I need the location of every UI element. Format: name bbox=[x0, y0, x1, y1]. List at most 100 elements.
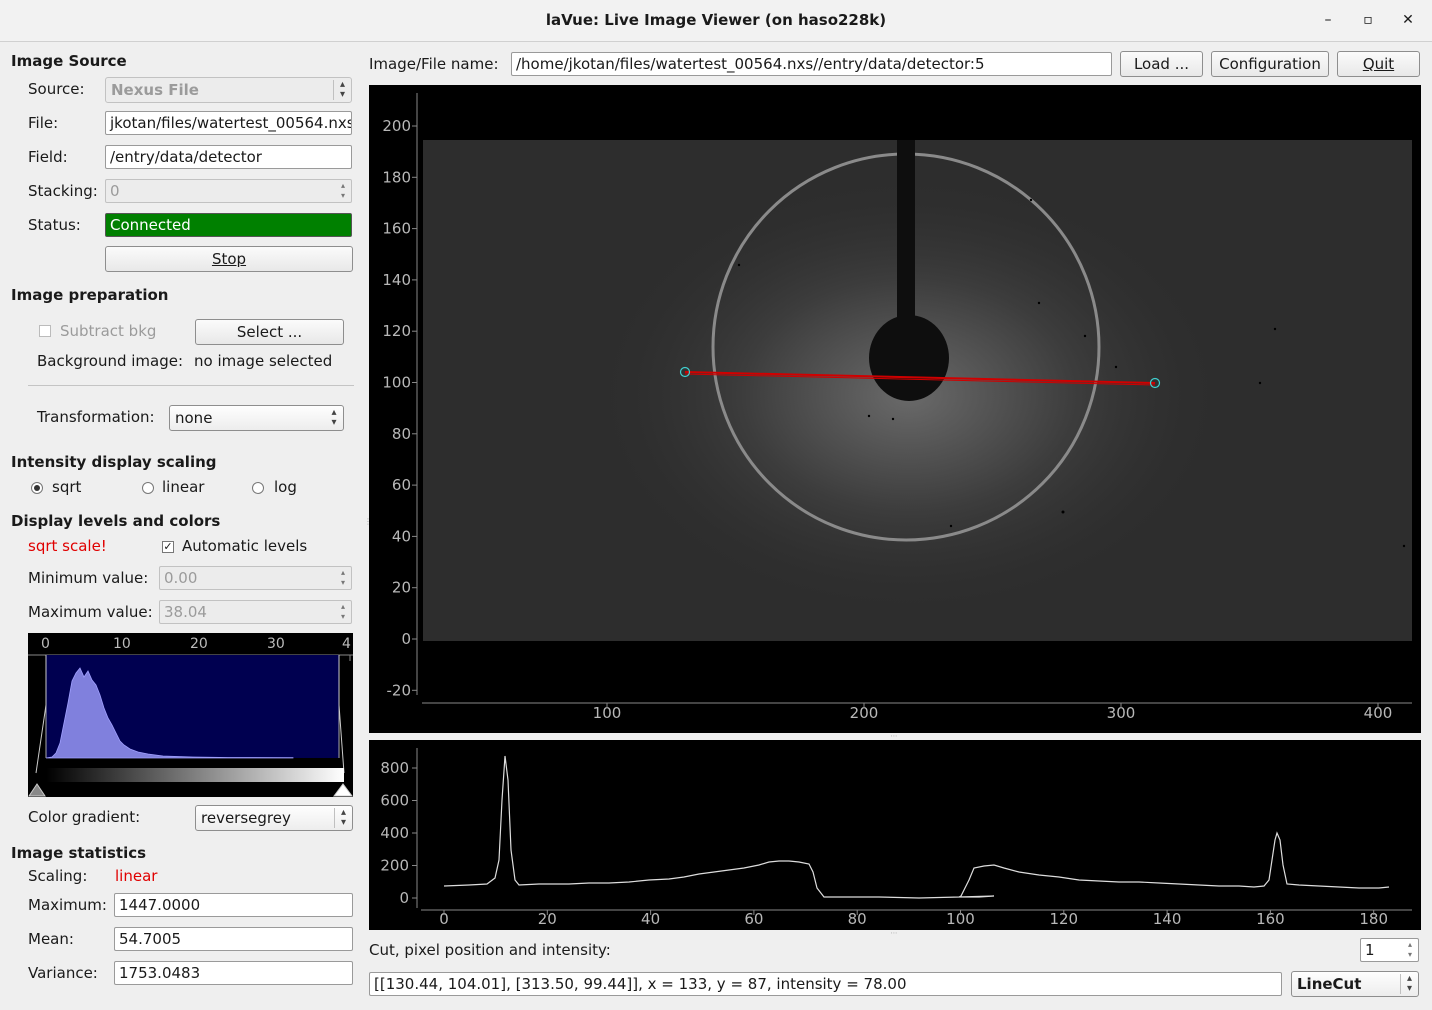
chevron-updown-icon: ▴ ▾ bbox=[331, 407, 337, 428]
variance-field[interactable]: 1753.0483 bbox=[114, 961, 353, 985]
hist-tick-10: 10 bbox=[113, 636, 131, 652]
minimize-icon[interactable]: – bbox=[1318, 10, 1338, 30]
source-label: Source: bbox=[28, 80, 85, 98]
mean-field[interactable]: 54.7005 bbox=[114, 927, 353, 951]
cut-y-tick: 400 bbox=[380, 824, 409, 842]
image-y-tick: 140 bbox=[382, 271, 411, 289]
chevron-updown-icon: ▴ ▾ bbox=[1400, 974, 1418, 994]
splitter-handle[interactable]: ⋮ bbox=[364, 518, 372, 534]
min-value-spinbox[interactable]: 0.00 ▴ ▾ bbox=[159, 566, 352, 590]
image-y-tick: 80 bbox=[392, 425, 411, 443]
cut-info-field[interactable]: [[130.44, 104.01], [313.50, 99.44]], x =… bbox=[369, 972, 1282, 996]
field-label: Field: bbox=[28, 148, 68, 166]
source-value: Nexus File bbox=[111, 81, 199, 99]
histogram-widget[interactable]: 0 10 20 30 4 bbox=[28, 633, 353, 797]
cut-profile-line bbox=[443, 755, 1390, 899]
maximum-field[interactable]: 1447.0000 bbox=[114, 893, 353, 917]
auto-levels-checkbox[interactable]: ✓ bbox=[162, 541, 174, 553]
bg-image-value: no image selected bbox=[194, 352, 333, 370]
file-field[interactable]: jkotan/files/watertest_00564.nxs bbox=[105, 111, 352, 135]
radio-log[interactable] bbox=[252, 482, 264, 494]
image-y-tick: 180 bbox=[382, 168, 411, 186]
bg-image-label: Background image: bbox=[37, 352, 184, 370]
min-value: 0.00 bbox=[164, 569, 198, 587]
min-value-label: Minimum value: bbox=[28, 569, 149, 587]
spin-arrows-icon[interactable]: ▴ ▾ bbox=[337, 602, 349, 622]
filename-field[interactable]: /home/jkotan/files/watertest_00564.nxs//… bbox=[511, 52, 1112, 76]
spin-arrows-icon[interactable]: ▴ ▾ bbox=[337, 181, 349, 201]
cut-number-spinbox[interactable]: 1 ▴ ▾ bbox=[1360, 938, 1419, 962]
spin-arrows-icon[interactable]: ▴ ▾ bbox=[1404, 940, 1416, 960]
hist-tick-30: 30 bbox=[267, 636, 285, 652]
spin-arrows-icon[interactable]: ▴ ▾ bbox=[337, 568, 349, 588]
splitter-handle[interactable]: ⋯ bbox=[884, 930, 904, 937]
image-plot-svg: 200180160140120100806040200-20 100 200 300… bbox=[382, 93, 1412, 722]
transformation-combo[interactable]: none ▴ ▾ bbox=[169, 405, 344, 431]
image-plot[interactable]: 200 180 160 140 120 100 80 60 40 20 0 -20 100 200 300… bbox=[369, 85, 1421, 733]
cut-plot-svg: 800 600 400 200 0 0 20 40 60 80 100 120 140 160 180 bbox=[380, 748, 1412, 928]
variance-label: Variance: bbox=[28, 964, 98, 982]
sqrt-warning: sqrt scale! bbox=[28, 537, 107, 555]
stacking-spinbox[interactable]: 0 ▴ ▾ bbox=[105, 179, 352, 203]
image-y-tick: 60 bbox=[392, 476, 411, 494]
gradient-handle-left[interactable] bbox=[28, 783, 46, 797]
load-button[interactable]: Load ... bbox=[1120, 51, 1203, 77]
stop-button[interactable]: Stop bbox=[105, 246, 353, 272]
file-label: File: bbox=[28, 114, 59, 132]
cut-y-axis: 800 600 400 200 0 bbox=[380, 759, 417, 907]
stacking-value: 0 bbox=[110, 182, 120, 200]
radio-linear-label: linear bbox=[162, 478, 205, 496]
gradient-combo[interactable]: reversegrey ▴ ▾ bbox=[195, 805, 353, 831]
hist-tick-40: 4 bbox=[342, 636, 351, 652]
statistics-heading: Image statistics bbox=[11, 844, 147, 862]
image-y-tick: 160 bbox=[382, 220, 411, 238]
image-y-tick: 0 bbox=[401, 630, 411, 648]
field-input[interactable]: /entry/data/detector bbox=[105, 145, 352, 169]
stacking-label: Stacking: bbox=[28, 182, 98, 200]
transformation-value: none bbox=[175, 409, 213, 427]
subtract-bkg-checkbox[interactable] bbox=[39, 325, 51, 337]
configuration-button[interactable]: Configuration bbox=[1211, 51, 1329, 77]
cut-y-tick: 0 bbox=[399, 889, 409, 907]
select-bkg-button[interactable]: Select ... bbox=[195, 319, 344, 345]
scaling-value: linear bbox=[115, 867, 158, 885]
radio-log-label: log bbox=[274, 478, 297, 496]
window-title: laVue: Live Image Viewer (on haso228k) bbox=[545, 11, 887, 29]
chevron-updown-icon: ▴ ▾ bbox=[334, 808, 352, 828]
maximize-icon[interactable]: ▫ bbox=[1358, 10, 1378, 30]
radio-sqrt-label: sqrt bbox=[52, 478, 82, 496]
source-combo[interactable]: Nexus File ▴ ▾ bbox=[105, 77, 352, 103]
image-y-tick: 100 bbox=[382, 374, 411, 392]
radio-linear[interactable] bbox=[142, 482, 154, 494]
cut-plot[interactable]: 800 600 400 200 0 0 20 40 60 80 100 120 140 160 180 bbox=[369, 740, 1421, 930]
gradient-value: reversegrey bbox=[201, 809, 291, 827]
scaling-label: Scaling: bbox=[28, 867, 88, 885]
image-y-tick: 120 bbox=[382, 322, 411, 340]
image-y-axis: 200180160140120100806040200-20 bbox=[382, 117, 417, 699]
tool-combo[interactable]: LineCut ▴ ▾ bbox=[1291, 971, 1419, 997]
max-value: 38.04 bbox=[164, 603, 207, 621]
gradient-handle-right[interactable] bbox=[333, 783, 353, 797]
close-icon[interactable]: ✕ bbox=[1398, 10, 1418, 30]
image-y-tick: 200 bbox=[382, 117, 411, 135]
max-value-spinbox[interactable]: 38.04 ▴ ▾ bbox=[159, 600, 352, 624]
image-y-tick: 40 bbox=[392, 527, 411, 545]
auto-levels-label: Automatic levels bbox=[182, 537, 308, 555]
window-titlebar: laVue: Live Image Viewer (on haso228k) –… bbox=[0, 0, 1432, 42]
divider bbox=[28, 385, 354, 386]
quit-button[interactable]: Quit bbox=[1337, 51, 1420, 77]
cut-y-tick: 800 bbox=[380, 759, 409, 777]
splitter-handle[interactable]: ⋯ bbox=[884, 733, 904, 740]
gradient-label: Color gradient: bbox=[28, 808, 141, 826]
filename-label: Image/File name: bbox=[369, 55, 499, 73]
cut-info-label: Cut, pixel position and intensity: bbox=[369, 941, 611, 959]
max-value-label: Maximum value: bbox=[28, 603, 153, 621]
transformation-label: Transformation: bbox=[37, 408, 155, 426]
gradient-bar[interactable] bbox=[46, 768, 344, 782]
cut-y-tick: 600 bbox=[380, 792, 409, 810]
hist-tick-20: 20 bbox=[190, 636, 208, 652]
image-y-tick: 20 bbox=[392, 579, 411, 597]
chevron-updown-icon: ▴ ▾ bbox=[333, 80, 351, 100]
radio-sqrt[interactable] bbox=[31, 482, 43, 494]
cut-x-axis: 0 20 40 60 80 100 120 140 160 180 bbox=[439, 910, 1388, 928]
